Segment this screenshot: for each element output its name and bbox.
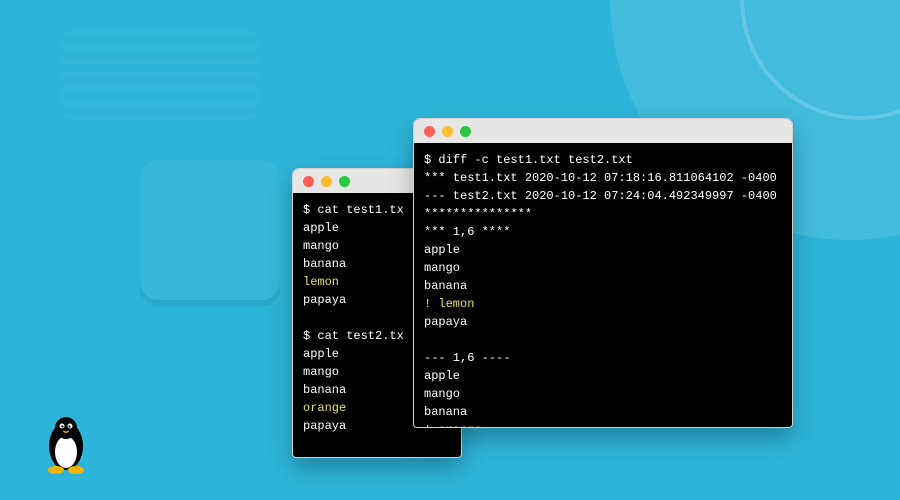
terminal-line: banana	[424, 277, 782, 295]
terminal-line: apple	[424, 241, 782, 259]
terminal-line: $ diff -c test1.txt test2.txt	[424, 151, 782, 169]
terminal-output-diff: $ diff -c test1.txt test2.txt*** test1.t…	[414, 143, 792, 428]
terminal-line: ! orange	[424, 421, 782, 428]
terminal-line: *** 1,6 ****	[424, 223, 782, 241]
terminal-line: --- test2.txt 2020-10-12 07:24:04.492349…	[424, 187, 782, 205]
close-icon[interactable]	[424, 126, 435, 137]
terminal-line: banana	[424, 403, 782, 421]
maximize-icon[interactable]	[339, 176, 350, 187]
terminal-window-diff: $ diff -c test1.txt test2.txt*** test1.t…	[413, 118, 793, 428]
terminal-line	[424, 331, 782, 349]
terminal-line: ! lemon	[424, 295, 782, 313]
window-titlebar[interactable]	[414, 119, 792, 143]
terminal-line: --- 1,6 ----	[424, 349, 782, 367]
close-icon[interactable]	[303, 176, 314, 187]
bg-square	[140, 160, 280, 300]
minimize-icon[interactable]	[442, 126, 453, 137]
minimize-icon[interactable]	[321, 176, 332, 187]
terminal-line: mango	[424, 259, 782, 277]
tux-icon	[42, 416, 90, 474]
terminal-line: *** test1.txt 2020-10-12 07:18:16.811064…	[424, 169, 782, 187]
terminal-line: ***************	[424, 205, 782, 223]
terminal-line: mango	[424, 385, 782, 403]
maximize-icon[interactable]	[460, 126, 471, 137]
bg-stripes	[60, 30, 260, 120]
terminal-line: apple	[424, 367, 782, 385]
terminal-line: papaya	[424, 313, 782, 331]
